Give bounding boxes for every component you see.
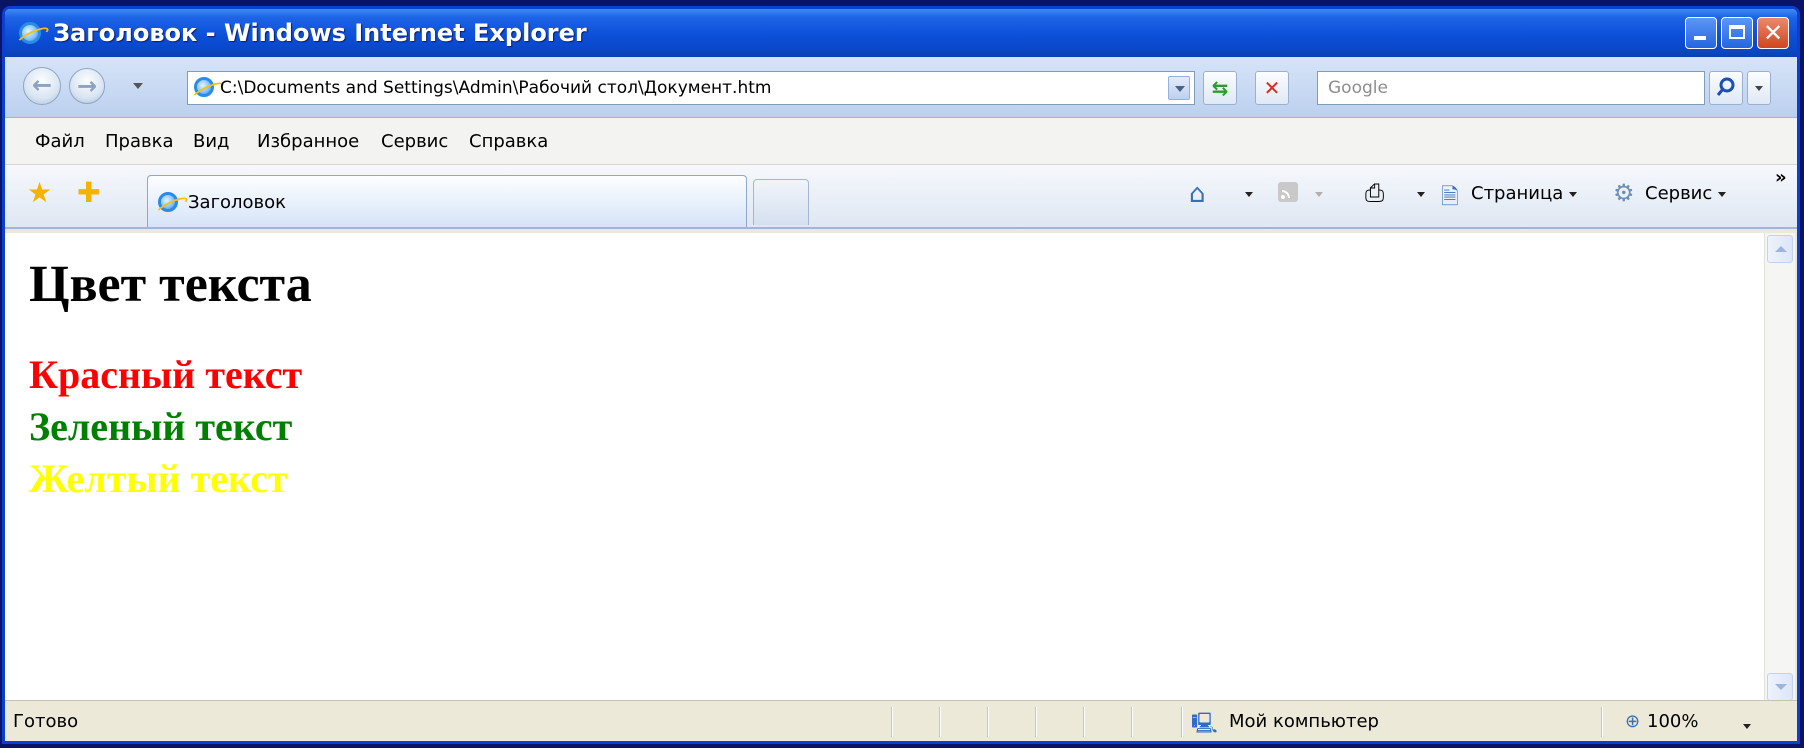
menu-help[interactable]: Справка xyxy=(469,131,548,152)
back-arrow-icon: ← xyxy=(31,71,53,99)
close-icon: ✕ xyxy=(1762,19,1784,47)
home-dropdown-icon[interactable] xyxy=(1245,183,1253,204)
zoom-icon: ⊕ xyxy=(1625,711,1641,732)
menu-favorites[interactable]: Избранное xyxy=(257,131,359,152)
page-menu-button[interactable]: Страница xyxy=(1471,183,1577,204)
tab-page-icon xyxy=(158,192,178,212)
menu-file[interactable]: Файл xyxy=(35,131,85,152)
minimize-button[interactable] xyxy=(1685,17,1717,49)
maximize-button[interactable] xyxy=(1721,17,1753,49)
forward-arrow-icon: → xyxy=(76,72,98,100)
search-options-button[interactable] xyxy=(1747,71,1771,105)
tools-menu-label: Сервис xyxy=(1645,183,1713,204)
address-toolbar: ← → C:\Documents and Settings\Admin\Рабо… xyxy=(5,57,1797,118)
home-icon[interactable]: ⌂ xyxy=(1189,179,1206,209)
tools-gear-icon: ⚙ xyxy=(1613,179,1635,207)
page-menu-dropdown-icon xyxy=(1569,191,1577,197)
status-separator xyxy=(1181,707,1182,737)
green-text: Зеленый текст xyxy=(29,404,293,449)
print-dropdown-icon[interactable] xyxy=(1417,183,1425,204)
chevron-more-icon[interactable]: » xyxy=(1775,167,1787,188)
feeds-icon[interactable] xyxy=(1277,181,1299,208)
page-menu-icon: 🗎 xyxy=(1441,185,1459,210)
status-separator xyxy=(987,707,988,737)
tools-menu-dropdown-icon xyxy=(1718,191,1727,197)
zoom-dropdown-icon[interactable] xyxy=(1743,715,1751,736)
scroll-up-button[interactable] xyxy=(1767,235,1793,263)
window-title: Заголовок - Windows Internet Explorer xyxy=(53,19,587,47)
search-input[interactable]: Google xyxy=(1317,71,1705,105)
status-separator xyxy=(1083,707,1084,737)
page-icon xyxy=(194,77,214,97)
refresh-button[interactable]: ⇆ xyxy=(1203,71,1237,105)
status-separator xyxy=(1035,707,1036,737)
tab-active[interactable]: Заголовок xyxy=(147,175,747,227)
new-tab-button[interactable] xyxy=(753,179,809,225)
yellow-text: Желтый текст xyxy=(29,456,288,501)
computer-zone-icon: 🖳 xyxy=(1191,711,1218,735)
page-content: Цвет текста Красный текст Зеленый текст … xyxy=(5,233,1787,703)
address-bar[interactable]: C:\Documents and Settings\Admin\Рабочий … xyxy=(187,71,1195,105)
add-favorite-star-icon[interactable]: ✚ xyxy=(77,179,100,207)
maximize-icon xyxy=(1729,25,1745,39)
favorites-center-star-icon[interactable]: ★ xyxy=(27,179,52,207)
stop-icon: ✕ xyxy=(1263,76,1281,100)
tab-title: Заголовок xyxy=(188,192,287,213)
refresh-icon: ⇆ xyxy=(1211,76,1229,100)
feeds-dropdown-icon[interactable] xyxy=(1315,183,1323,204)
rss-icon xyxy=(1278,182,1298,202)
security-zone-label[interactable]: Мой компьютер xyxy=(1229,711,1379,732)
history-dropdown-icon[interactable] xyxy=(133,83,143,89)
address-url[interactable]: C:\Documents and Settings\Admin\Рабочий … xyxy=(220,78,771,98)
minimize-icon xyxy=(1694,36,1706,40)
stop-button[interactable]: ✕ xyxy=(1255,71,1289,105)
browser-window: Заголовок - Windows Internet Explorer ✕ … xyxy=(2,6,1800,744)
search-icon xyxy=(1716,77,1735,96)
status-text: Готово xyxy=(13,711,79,732)
menu-tools[interactable]: Сервис xyxy=(381,131,448,152)
address-dropdown-button[interactable] xyxy=(1168,76,1190,100)
title-bar[interactable]: Заголовок - Windows Internet Explorer ✕ xyxy=(5,9,1797,57)
forward-button[interactable]: → xyxy=(69,68,105,104)
back-button[interactable]: ← xyxy=(23,67,61,105)
tab-bar: ★ ✚ Заголовок ⌂ ⎙ 🗎 Страница ⚙ Сервис » xyxy=(5,165,1797,229)
tools-menu-button[interactable]: Сервис xyxy=(1645,183,1727,204)
zoom-level[interactable]: 100% xyxy=(1647,711,1698,732)
status-separator xyxy=(891,707,892,737)
vertical-scrollbar[interactable] xyxy=(1764,233,1795,703)
ie-logo-icon xyxy=(19,22,41,44)
close-button[interactable]: ✕ xyxy=(1757,17,1789,49)
page-heading: Цвет текста xyxy=(29,256,312,313)
scroll-down-button[interactable] xyxy=(1767,673,1793,701)
menu-edit[interactable]: Правка xyxy=(105,131,174,152)
print-icon[interactable]: ⎙ xyxy=(1365,179,1384,207)
status-bar: Готово 🖳 Мой компьютер ⊕ 100% xyxy=(5,700,1797,741)
red-text: Красный текст xyxy=(29,352,303,397)
status-separator xyxy=(1131,707,1132,737)
menu-view[interactable]: Вид xyxy=(193,131,230,152)
status-separator xyxy=(939,707,940,737)
menu-bar: Файл Правка Вид Избранное Сервис Справка xyxy=(5,118,1797,165)
status-separator xyxy=(1601,707,1602,737)
search-button[interactable] xyxy=(1709,71,1743,105)
page-menu-label: Страница xyxy=(1471,183,1564,204)
